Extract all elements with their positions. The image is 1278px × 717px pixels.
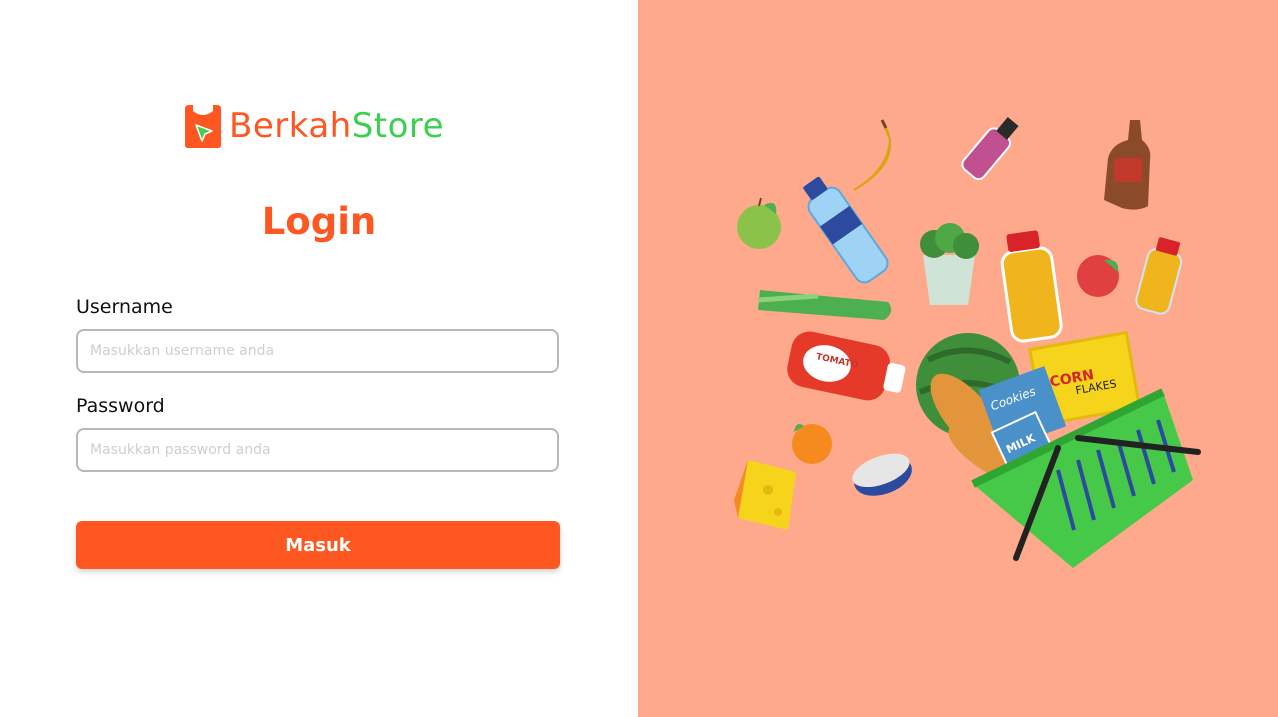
leek-icon — [757, 290, 892, 320]
password-label: Password — [76, 395, 165, 417]
banana-icon — [853, 119, 892, 191]
water-bottle-icon — [803, 176, 889, 284]
ketchup-bottle-icon: TOMATO — [787, 331, 906, 401]
username-input[interactable] — [76, 329, 559, 373]
password-input[interactable] — [76, 428, 559, 472]
brand-name-part2: Store — [351, 106, 445, 146]
login-submit-button[interactable]: Masuk — [76, 521, 560, 569]
orange-icon — [792, 424, 832, 464]
red-apple-icon — [1077, 255, 1119, 297]
sauce-bottle-icon — [1104, 120, 1151, 210]
page-title: Login — [261, 200, 377, 243]
orange-juice-bottle-icon — [1000, 230, 1063, 343]
shopping-bag-icon — [185, 105, 221, 148]
green-apple-icon — [737, 197, 781, 249]
brand-logo: BerkahStore — [183, 102, 444, 150]
small-juice-bottle-icon — [1135, 237, 1183, 315]
brand-name-part1: Berkah — [229, 106, 352, 146]
groceries-illustration: TOMATO CORN FLAKES Cookies MILK — [734, 117, 1201, 568]
cheese-icon — [734, 460, 796, 530]
juice-bottle-icon — [961, 117, 1019, 181]
illustration-panel: TOMATO CORN FLAKES Cookies MILK — [638, 0, 1278, 717]
lettuce-icon — [920, 223, 979, 305]
username-label: Username — [76, 296, 173, 318]
login-panel: BerkahStore Login Username Password Masu… — [0, 0, 638, 717]
tuna-can-icon — [852, 453, 912, 496]
